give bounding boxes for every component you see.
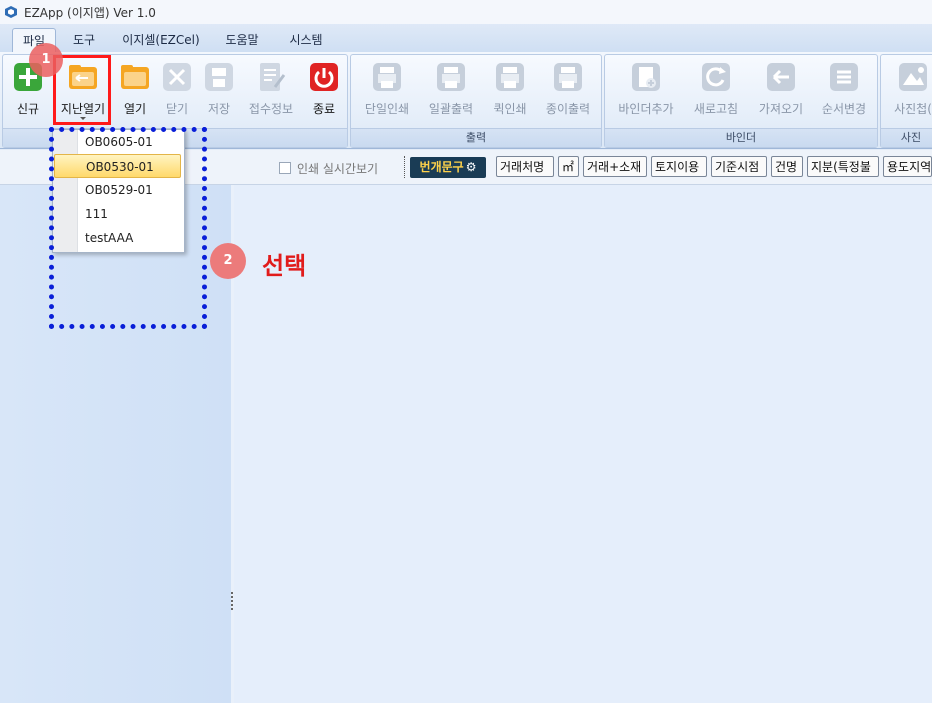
save-disk-icon (205, 63, 233, 91)
batch-print-label: 일괄출력 (428, 102, 474, 116)
tab-ezcel[interactable]: 이지셀(EZCel) (118, 28, 204, 52)
exit-button[interactable]: 종료 (303, 59, 345, 119)
photo-album-icon (899, 63, 927, 91)
window-title: EZApp (이지앱) Ver 1.0 (24, 5, 156, 20)
refresh-label: 새로고침 (693, 102, 739, 116)
refresh-button[interactable]: 새로고침 (685, 59, 747, 119)
photo-group: 사진첩( 사진 (880, 54, 932, 148)
open-label: 열기 (123, 102, 147, 116)
receipt-info-button[interactable]: 접수정보 (241, 59, 301, 119)
open-button[interactable]: 열기 (115, 59, 155, 119)
save-button[interactable]: 저장 (199, 59, 239, 119)
gear-icon: ⚙ (465, 160, 477, 174)
toolbar-separator (404, 156, 406, 178)
chip-share[interactable]: 지분(특정불 (807, 156, 879, 177)
refresh-icon (702, 63, 730, 91)
folder-icon (121, 65, 149, 89)
print-group: 단일인쇄 일괄출력 퀵인쇄 종이출력 출력 (350, 54, 602, 148)
tab-system[interactable]: 시스템 (280, 28, 332, 52)
close-icon (163, 63, 191, 91)
printer-paper-icon (554, 63, 582, 91)
photo-album-button[interactable]: 사진첩( (883, 59, 932, 119)
add-binder-label: 바인더추가 (618, 102, 674, 116)
import-button[interactable]: 가져오기 (751, 59, 811, 119)
reorder-button[interactable]: 순서변경 (813, 59, 875, 119)
chip-case-name[interactable]: 건명 (771, 156, 803, 177)
batch-print-button[interactable]: 일괄출력 (421, 59, 481, 119)
single-print-button[interactable]: 단일인쇄 (357, 59, 417, 119)
photo-album-label: 사진첩( (894, 102, 932, 116)
chip-zoning[interactable]: 용도지역 (883, 156, 932, 177)
paper-print-label: 종이출력 (545, 102, 591, 116)
save-label: 저장 (207, 102, 231, 116)
printer-quick-icon (496, 63, 524, 91)
arrow-left-icon (767, 63, 795, 91)
main-area (234, 185, 932, 703)
binder-add-icon (632, 63, 660, 91)
reorder-list-icon (830, 63, 858, 91)
close-button[interactable]: 닫기 (157, 59, 197, 119)
chip-client-name[interactable]: 거래처명 (496, 156, 554, 177)
print-group-label: 출력 (351, 128, 601, 147)
step-2-badge: 2 (210, 243, 246, 279)
chip-land-use[interactable]: 토지이용 (651, 156, 707, 177)
document-edit-icon (260, 63, 286, 91)
printer-icon (373, 63, 401, 91)
quick-print-button[interactable]: 퀵인쇄 (485, 59, 535, 119)
add-binder-button[interactable]: 바인더추가 (611, 59, 681, 119)
power-icon (310, 63, 338, 91)
chip-deal-location[interactable]: 거래+소재 (583, 156, 647, 177)
step-1-badge: 1 (29, 43, 63, 77)
chip-reference-date[interactable]: 기준시점 (711, 156, 767, 177)
receipt-info-label: 접수정보 (248, 102, 294, 116)
single-print-label: 단일인쇄 (364, 102, 410, 116)
app-logo-icon (5, 6, 17, 18)
import-label: 가져오기 (758, 102, 804, 116)
realtime-preview-checkbox[interactable] (279, 162, 291, 174)
chip-square-meter[interactable]: ㎡ (558, 156, 579, 177)
title-bar: EZApp (이지앱) Ver 1.0 (0, 0, 932, 25)
dotted-selection-box (49, 127, 207, 329)
binder-group-label: 바인더 (605, 128, 877, 147)
ribbon-tabs: 파일 도구 이지셀(EZCel) 도움말 시스템 (0, 24, 932, 53)
close-label: 닫기 (165, 102, 189, 116)
reorder-label: 순서변경 (821, 102, 867, 116)
quick-phrase-button[interactable]: 번개문구 ⚙ (410, 157, 486, 178)
tab-help[interactable]: 도움말 (216, 28, 268, 52)
binder-group: 바인더추가 새로고침 가져오기 순서변경 바인더 (604, 54, 878, 148)
quick-phrase-label: 번개문구 (419, 160, 464, 174)
photo-group-label: 사진 (881, 128, 932, 147)
tab-tools[interactable]: 도구 (64, 28, 104, 52)
select-instruction-label: 선택 (262, 252, 307, 280)
realtime-preview-label: 인쇄 실시간보기 (297, 162, 379, 176)
paper-print-button[interactable]: 종이출력 (539, 59, 597, 119)
printer-all-icon (437, 63, 465, 91)
quick-print-label: 퀵인쇄 (493, 102, 527, 116)
exit-label: 종료 (312, 102, 336, 116)
new-label: 신규 (16, 102, 40, 116)
